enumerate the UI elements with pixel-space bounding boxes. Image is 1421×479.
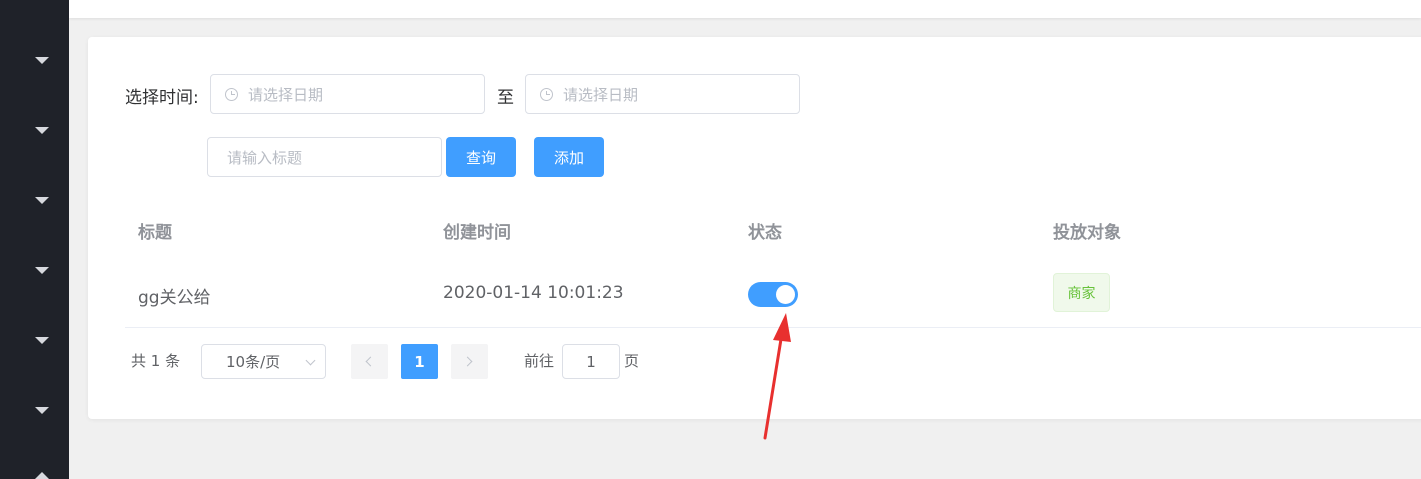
caret-down-icon[interactable] — [35, 197, 49, 204]
top-header — [69, 0, 1421, 18]
chevron-left-icon — [365, 356, 376, 367]
end-date-input[interactable]: 请选择日期 — [525, 74, 800, 114]
page-size-value: 10条/页 — [226, 353, 281, 371]
pagination-total: 共 1 条 — [131, 352, 181, 370]
next-page-button[interactable] — [451, 344, 488, 379]
caret-down-icon[interactable] — [35, 407, 49, 414]
add-button[interactable]: 添加 — [534, 137, 604, 177]
goto-page-input[interactable]: 1 — [562, 344, 620, 379]
switch-knob — [776, 285, 795, 304]
search-button[interactable]: 查询 — [446, 137, 516, 177]
caret-down-icon[interactable] — [35, 57, 49, 64]
prev-page-button[interactable] — [351, 344, 388, 379]
header-created: 创建时间 — [443, 223, 511, 243]
header-status: 状态 — [748, 223, 782, 243]
caret-down-icon[interactable] — [35, 127, 49, 134]
title-placeholder: 请输入标题 — [227, 148, 303, 167]
row-divider — [125, 327, 1421, 328]
sidebar — [0, 0, 69, 479]
time-label: 选择时间: — [125, 88, 199, 108]
to-label: 至 — [497, 88, 514, 108]
start-date-placeholder: 请选择日期 — [248, 85, 324, 104]
header-title: 标题 — [138, 223, 172, 243]
page-unit-label: 页 — [624, 352, 640, 370]
chevron-down-icon — [305, 355, 316, 366]
cell-title: gg关公给 — [138, 288, 211, 308]
status-switch[interactable] — [748, 282, 798, 307]
chevron-right-icon — [462, 356, 473, 367]
target-tag: 商家 — [1053, 273, 1110, 312]
caret-down-icon[interactable] — [35, 267, 49, 274]
goto-label: 前往 — [524, 352, 555, 370]
start-date-input[interactable]: 请选择日期 — [210, 74, 485, 114]
clock-icon — [225, 87, 238, 101]
page-number-1[interactable]: 1 — [401, 344, 438, 379]
clock-icon — [540, 87, 553, 101]
title-search-input[interactable]: 请输入标题 — [207, 137, 442, 177]
caret-up-icon[interactable] — [35, 472, 49, 479]
cell-created: 2020-01-14 10:01:23 — [443, 283, 624, 303]
end-date-placeholder: 请选择日期 — [563, 85, 639, 104]
caret-down-icon[interactable] — [35, 337, 49, 344]
header-target: 投放对象 — [1053, 223, 1121, 243]
page-size-select[interactable]: 10条/页 — [201, 344, 326, 379]
